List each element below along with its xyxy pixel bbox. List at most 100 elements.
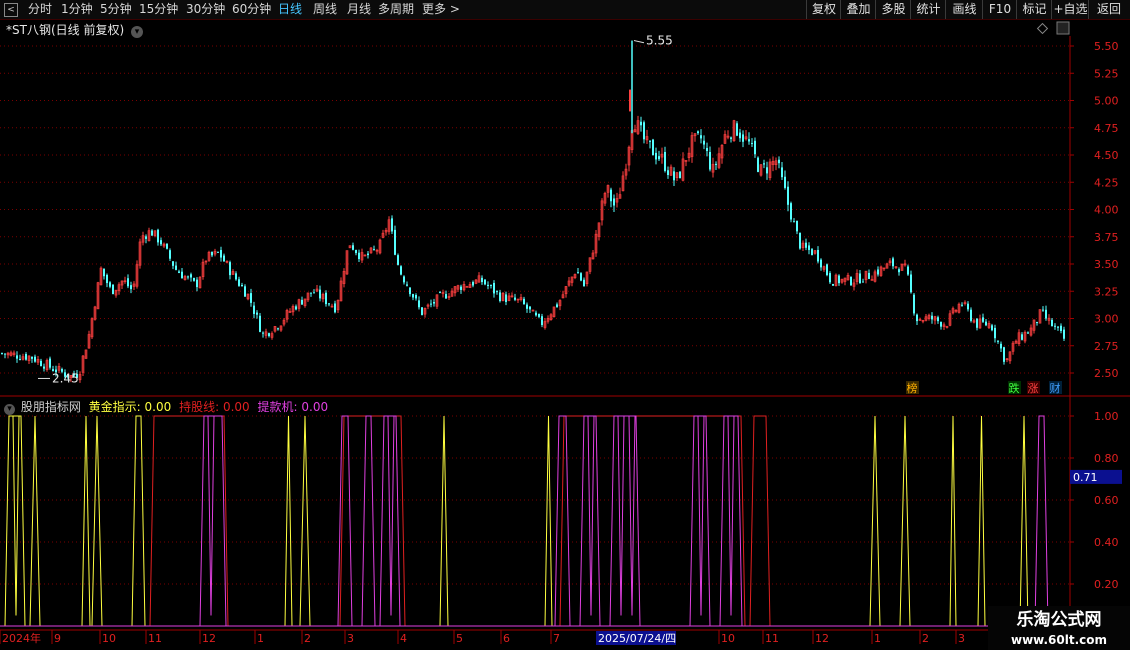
candle-body bbox=[244, 286, 246, 297]
period-tab-7[interactable]: 周线 bbox=[313, 0, 337, 19]
candle-body bbox=[378, 239, 382, 254]
x-axis-label: 9 bbox=[54, 632, 61, 645]
candle-body bbox=[970, 309, 972, 321]
candle-body bbox=[585, 271, 589, 284]
candle-body bbox=[624, 168, 628, 176]
back-arrow-icon[interactable]: < bbox=[4, 3, 18, 17]
candle-body bbox=[594, 233, 598, 254]
candle-body bbox=[1047, 317, 1051, 321]
candle-body bbox=[985, 321, 987, 326]
candle-body bbox=[403, 276, 405, 283]
candle-body bbox=[160, 240, 162, 245]
toolbar-button-1[interactable]: 叠加 bbox=[840, 0, 876, 19]
indicator-osc-2 bbox=[628, 415, 636, 616]
period-tab-0[interactable]: 分时 bbox=[28, 0, 52, 19]
candle-body bbox=[421, 307, 423, 315]
toolbar-button-4[interactable]: 画线 bbox=[945, 0, 983, 19]
candle-body bbox=[850, 276, 852, 286]
candle-body bbox=[40, 360, 42, 367]
candle-body bbox=[621, 175, 625, 192]
candle-body bbox=[991, 325, 993, 331]
high-arrow bbox=[633, 40, 645, 44]
candle-body bbox=[235, 273, 237, 280]
candle-body bbox=[406, 284, 408, 286]
candle-body bbox=[484, 279, 486, 285]
candle-body bbox=[754, 140, 756, 155]
candle-body bbox=[597, 222, 601, 237]
candle-body bbox=[367, 253, 369, 256]
candle-body bbox=[768, 161, 772, 179]
period-tab-10[interactable]: 更多 > bbox=[422, 0, 460, 19]
period-tab-3[interactable]: 15分钟 bbox=[139, 0, 178, 19]
marker-die-bg bbox=[1008, 381, 1021, 394]
period-tab-2[interactable]: 5分钟 bbox=[100, 0, 132, 19]
chevron-down-icon[interactable]: ▾ bbox=[4, 404, 15, 415]
candle-body bbox=[531, 309, 535, 312]
candle-body bbox=[801, 242, 805, 249]
candle-body bbox=[123, 280, 127, 283]
candle-body bbox=[426, 304, 430, 307]
chart-title[interactable]: *ST八钢(日线 前复权) ▾ bbox=[6, 21, 143, 38]
candle-body bbox=[805, 242, 807, 248]
candle-body bbox=[93, 306, 97, 320]
toolbar-button-5[interactable]: F10 bbox=[982, 0, 1017, 19]
candle-body bbox=[673, 171, 675, 181]
candle-body bbox=[580, 273, 582, 281]
candle-body bbox=[315, 288, 319, 292]
indicator-name[interactable]: 股朋指标网 bbox=[21, 400, 81, 414]
candle-body bbox=[112, 284, 114, 295]
candle-body bbox=[778, 159, 780, 164]
candle-body bbox=[940, 321, 942, 327]
candle-body bbox=[358, 252, 360, 260]
period-tab-5[interactable]: 60分钟 bbox=[232, 0, 271, 19]
candle-body bbox=[751, 142, 753, 144]
period-tab-1[interactable]: 1分钟 bbox=[61, 0, 93, 19]
toolbar-button-0[interactable]: 复权 bbox=[806, 0, 841, 19]
candle-body bbox=[1017, 332, 1021, 345]
candle-body bbox=[310, 292, 312, 294]
candle-body bbox=[1036, 322, 1038, 324]
candle-body bbox=[246, 293, 250, 300]
candle-body bbox=[213, 250, 217, 255]
candle-body bbox=[330, 305, 334, 308]
toolbar-button-6[interactable]: 标记 bbox=[1016, 0, 1052, 19]
period-tab-9[interactable]: 多周期 bbox=[378, 0, 414, 19]
cursor-date-box bbox=[596, 631, 676, 645]
candle-body bbox=[603, 193, 607, 204]
candle-body bbox=[130, 285, 132, 290]
price-tick-label: 5.25 bbox=[1094, 67, 1119, 80]
watermark-logo: 乐淘公式网 www.60lt.com bbox=[988, 606, 1130, 650]
candle-body bbox=[613, 198, 615, 206]
indicator-line-1 bbox=[0, 415, 1070, 627]
candle-body bbox=[175, 265, 177, 270]
x-axis-label: 11 bbox=[148, 632, 162, 645]
candle-body bbox=[771, 160, 775, 165]
candle-body bbox=[196, 279, 198, 288]
toolbar-button-3[interactable]: 统计 bbox=[910, 0, 946, 19]
candle-body bbox=[423, 307, 427, 315]
candle-body bbox=[951, 308, 955, 314]
period-tab-6[interactable]: 日线 bbox=[278, 0, 302, 19]
candle-body bbox=[781, 167, 783, 178]
candle-body bbox=[445, 294, 447, 299]
period-tab-4[interactable]: 30分钟 bbox=[186, 0, 225, 19]
candle-body bbox=[477, 275, 481, 283]
candle-body bbox=[744, 136, 748, 140]
toolbar-button-7[interactable]: +自选 bbox=[1051, 0, 1089, 19]
candle-body bbox=[412, 294, 414, 298]
indicator-line-2 bbox=[0, 415, 1070, 627]
period-tab-8[interactable]: 月线 bbox=[347, 0, 371, 19]
kline-chart[interactable]: 5.50 5.25 5.00 4.75 4.50 4.25 4.00 3.75 3.50 3.25… bbox=[0, 0, 1130, 650]
candle-body bbox=[363, 254, 367, 257]
candle-body bbox=[178, 271, 180, 273]
toolbar-button-8[interactable]: 返回 bbox=[1088, 0, 1129, 19]
chevron-down-icon[interactable]: ▾ bbox=[130, 26, 143, 38]
candle-body bbox=[456, 285, 460, 290]
candle-body bbox=[759, 164, 763, 176]
candle-body bbox=[1014, 340, 1018, 344]
candle-body bbox=[439, 292, 441, 294]
candle-body bbox=[652, 139, 654, 156]
candle-body bbox=[336, 300, 340, 311]
candle-body bbox=[12, 352, 16, 355]
toolbar-button-2[interactable]: 多股 bbox=[875, 0, 911, 19]
